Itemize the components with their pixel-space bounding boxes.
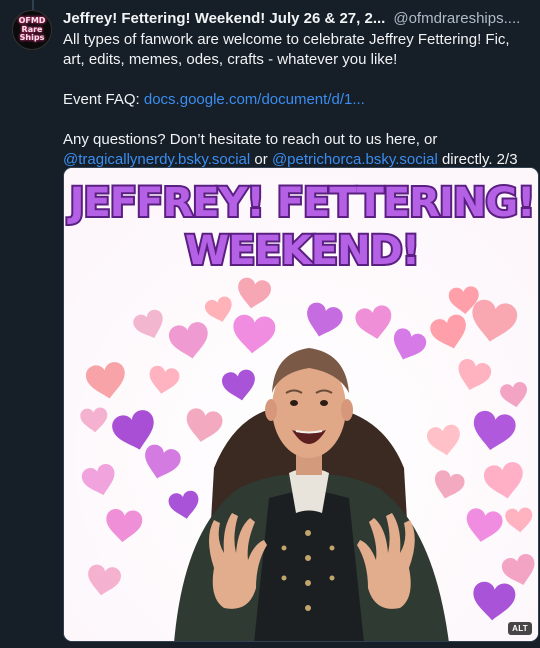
- avatar[interactable]: OFMD Rare Ships: [12, 10, 52, 50]
- post-text-questions: Any questions? Don’t hesitate to reach o…: [63, 130, 533, 170]
- alt-text-badge[interactable]: ALT: [508, 622, 532, 635]
- display-name[interactable]: Jeffrey! Fettering! Weekend! July 26 & 2…: [63, 9, 385, 29]
- event-graphic: JEFFREY! FETTERING! WEEKEND!: [64, 168, 538, 641]
- post: Jeffrey! Fettering! Weekend! July 26 & 2…: [63, 9, 533, 170]
- post-header: Jeffrey! Fettering! Weekend! July 26 & 2…: [63, 9, 533, 29]
- or-text: or: [250, 151, 272, 168]
- faq-label: Event FAQ:: [63, 91, 144, 108]
- handle[interactable]: @ofmdrareships....: [393, 9, 520, 29]
- thread-line: [32, 0, 34, 10]
- mention-petrichorca[interactable]: @petrichorca.bsky.social: [272, 151, 438, 168]
- post-image[interactable]: JEFFREY! FETTERING! WEEKEND! ALT: [63, 167, 539, 642]
- post-text-intro: All types of fanwork are welcome to cele…: [63, 31, 510, 68]
- faq-link[interactable]: docs.google.com/document/d/1...: [144, 91, 365, 108]
- post-text: All types of fanwork are welcome to cele…: [63, 30, 533, 170]
- image-title-line-1: JEFFREY! FETTERING!: [67, 180, 535, 226]
- questions-text: Any questions? Don’t hesitate to reach o…: [63, 131, 438, 148]
- post-text-faq: Event FAQ: docs.google.com/document/d/1.…: [63, 90, 533, 110]
- image-title-line-2: WEEKEND!: [185, 228, 419, 274]
- mention-tragicallynerdy[interactable]: @tragicallynerdy.bsky.social: [63, 151, 250, 168]
- avatar-text-line-3: Ships: [19, 33, 45, 43]
- tail-text: directly. 2/3: [437, 151, 518, 168]
